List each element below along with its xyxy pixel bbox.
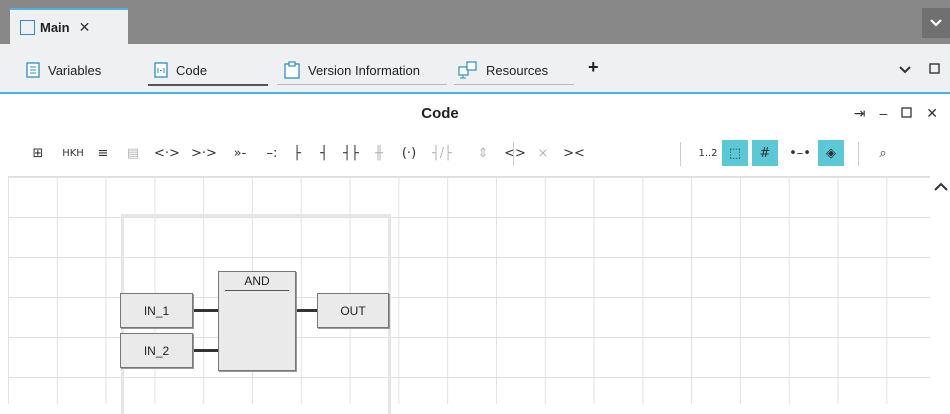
connection-line-icon[interactable]: •–•	[786, 140, 814, 166]
and-block[interactable]: AND	[218, 271, 296, 371]
maximize-icon[interactable]	[929, 62, 940, 77]
wire-out	[296, 309, 317, 312]
execution-order-icon[interactable]: 1..2	[696, 140, 720, 166]
collapse-horizontal-icon[interactable]: ><	[561, 140, 587, 166]
window-icon	[20, 19, 35, 35]
contact-pair-icon[interactable]: <·>	[151, 140, 183, 166]
input-variable-in2[interactable]: IN_2	[120, 333, 193, 368]
output-variable-label: OUT	[340, 303, 366, 318]
document-tab-bar: Main ✕	[0, 0, 950, 44]
expand-horizontal-icon[interactable]: <>	[503, 140, 527, 166]
insert-element-icon[interactable]: ⊞	[26, 140, 50, 166]
insert-after-icon[interactable]: >·>	[188, 140, 220, 166]
resources-icon	[458, 61, 478, 79]
input-variable-label: IN_1	[143, 303, 170, 318]
tab-variables[interactable]: Variables	[26, 59, 101, 81]
and-block-name: AND	[244, 274, 270, 288]
tab-version-information-label: Version Information	[308, 62, 421, 78]
grid-icon[interactable]: #	[752, 140, 778, 166]
tab-main[interactable]: Main ✕	[10, 8, 128, 44]
minimize-icon[interactable]: –	[879, 105, 887, 122]
negated-contact-icon[interactable]: ┤/├	[428, 140, 456, 166]
comment-icon[interactable]: ▤	[122, 140, 144, 166]
pin-icon[interactable]: ⇥	[854, 105, 866, 122]
tab-code[interactable]: Code	[154, 59, 207, 81]
left-rail-icon[interactable]: ├	[287, 140, 307, 166]
parallel-contact-icon[interactable]: ╫	[368, 140, 390, 166]
align-lines-icon[interactable]: ≡	[92, 140, 114, 166]
output-coil-icon[interactable]: –:	[260, 140, 284, 166]
toolbar-separator	[513, 142, 514, 166]
tab-variables-label: Variables	[48, 62, 102, 78]
tab-version-information[interactable]: Version Information	[284, 59, 420, 81]
output-variable-out[interactable]: OUT	[317, 293, 389, 328]
code-panel-header: Code ⇥ – ✕	[0, 96, 950, 132]
collapse-vertical-icon[interactable]: ⨯	[530, 140, 556, 166]
close-tab-icon[interactable]: ✕	[79, 19, 91, 36]
tab-divider	[454, 84, 574, 85]
auto-route-icon[interactable]: ◈	[818, 140, 844, 166]
add-tab-button[interactable]: +	[588, 57, 599, 78]
wire-in1	[193, 309, 218, 312]
block-divider	[225, 290, 289, 291]
tab-main-label: Main	[40, 19, 70, 35]
tab-list-chevron-icon[interactable]	[922, 8, 950, 38]
search-icon[interactable]: ⌕	[870, 140, 896, 166]
code-toolbar: ⊞ HKH ≡ ▤ <·> >·> »- –: ├ ┤ ┤├ ╫ (·) ┤/├ ⇕ <> ⨯ >< 1..2 ⬚ # •…	[0, 134, 950, 172]
input-variable-in1[interactable]: IN_1	[120, 293, 193, 328]
tab-divider	[277, 84, 447, 85]
close-panel-icon[interactable]: ✕	[926, 105, 938, 122]
toolbar-separator	[680, 142, 681, 166]
tab-code-label: Code	[176, 62, 208, 78]
contact-icon[interactable]: ┤├	[339, 140, 363, 166]
block-frame-icon[interactable]: ⬚	[722, 140, 748, 166]
fbd-canvas[interactable]: AND IN_1 IN_2 OUT	[8, 176, 930, 414]
variables-icon	[26, 62, 40, 78]
coil-icon[interactable]: (·)	[396, 140, 422, 166]
editor-tabs: Variables Code Version Information Resou…	[0, 44, 950, 94]
restore-icon[interactable]	[901, 105, 912, 122]
chevron-down-icon[interactable]	[899, 62, 911, 77]
scroll-up-icon[interactable]	[934, 180, 948, 194]
tab-resources-label: Resources	[486, 62, 549, 78]
input-variable-label: IN_2	[143, 343, 170, 358]
right-rail-icon[interactable]: ┤	[314, 140, 334, 166]
insert-right-icon[interactable]: »-	[224, 140, 256, 166]
expand-vertical-icon[interactable]: ⇕	[470, 140, 496, 166]
code-icon	[154, 62, 168, 78]
wire-in2	[193, 349, 218, 352]
network-comment-icon[interactable]: HKH	[58, 140, 88, 166]
panel-title: Code	[421, 105, 459, 122]
tab-resources[interactable]: Resources	[458, 59, 548, 81]
clipboard-icon	[284, 61, 300, 79]
active-tab-underline	[148, 84, 268, 86]
toolbar-separator	[858, 142, 859, 166]
